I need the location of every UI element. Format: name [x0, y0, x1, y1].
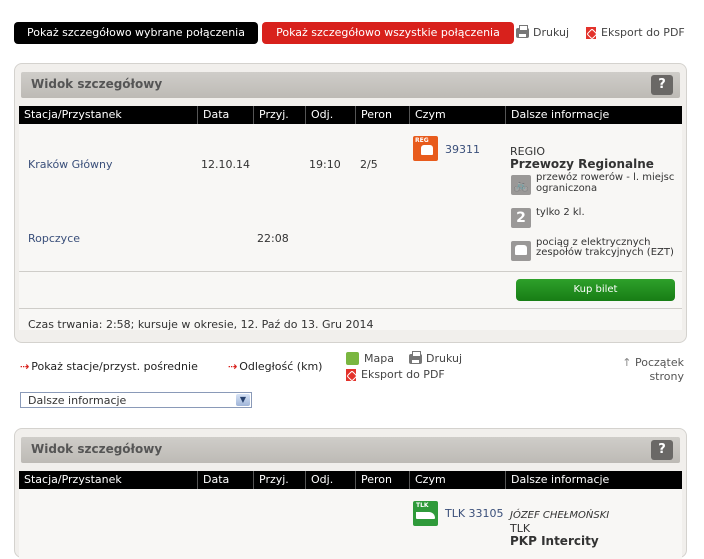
show-intermediate-link[interactable]: ⇢ Pokaż stacje/przyst. pośrednie	[20, 360, 198, 373]
col-info: Dalsze informacje	[505, 106, 684, 124]
export-pdf-label: Eksport do PDF	[361, 368, 445, 381]
col-arrival: Przyj.	[253, 106, 305, 124]
train-icon-text: TLK	[416, 502, 429, 509]
print-label: Drukuj	[533, 26, 570, 39]
arrow-up-icon: ↑	[622, 356, 632, 369]
table-body: Kraków Główny 12.10.14 19:10 2/5 REG 393…	[19, 124, 682, 331]
col-departure: Odj.	[305, 471, 355, 489]
feature-bikes: przewóz rowerów - l. miejsc ograniczona	[536, 172, 675, 194]
panel-header: Widok szczegółowy ?	[21, 437, 680, 463]
panel-title: Widok szczegółowy	[31, 77, 163, 91]
arrow-right-icon: ⇢	[20, 360, 30, 373]
map-label: Mapa	[364, 352, 394, 365]
train-number[interactable]: 39311	[445, 143, 480, 156]
station-from[interactable]: Kraków Główny	[28, 158, 113, 171]
printer-icon	[516, 25, 529, 38]
print-link[interactable]: Drukuj	[409, 351, 463, 365]
row-divider	[19, 271, 682, 272]
train-icon-text: REG	[415, 137, 429, 144]
train-name: JÓZEF CHEŁMOŃSKI	[510, 510, 610, 521]
col-date: Data	[197, 471, 253, 489]
help-button[interactable]: ?	[651, 75, 673, 95]
detail-panel-1: Widok szczegółowy ? Stacja/Przystanek Da…	[14, 63, 687, 343]
arrow-right-icon: ⇢	[228, 360, 238, 373]
col-departure: Odj.	[305, 106, 355, 124]
distance-label: Odległość (km)	[239, 360, 323, 373]
map-link[interactable]: Mapa	[346, 352, 394, 365]
col-arrival: Przyj.	[253, 471, 305, 489]
table-header: Stacja/Przystanek Data Przyj. Odj. Peron…	[19, 471, 682, 489]
col-station: Stacja/Przystanek	[24, 108, 122, 121]
panel-title: Widok szczegółowy	[31, 442, 163, 456]
duration-text: Czas trwania: 2:58; kursuje w okresie, 1…	[28, 318, 374, 331]
train-number[interactable]: TLK 33105	[445, 507, 504, 520]
col-station: Stacja/Przystanek	[24, 473, 122, 486]
feature-ezt: pociąg z elektrycznych zespołów trakcyjn…	[536, 237, 674, 258]
print-label: Drukuj	[426, 352, 463, 365]
pdf-icon	[346, 369, 356, 381]
bicycle-icon: 🚲	[511, 175, 531, 195]
print-link-top[interactable]: Drukuj	[516, 25, 570, 39]
pdf-icon	[586, 27, 596, 39]
table-header: Stacja/Przystanek Data Przyj. Odj. Peron…	[19, 106, 682, 124]
export-pdf-link[interactable]: Eksport do PDF	[346, 368, 445, 381]
table-body: TLK TLK 33105 JÓZEF CHEŁMOŃSKI TLK PKP I…	[19, 489, 682, 559]
select-value: Dalsze informacje	[28, 394, 127, 407]
panel-header: Widok szczegółowy ?	[21, 72, 680, 98]
col-train: Czym	[409, 106, 505, 124]
platform: 2/5	[360, 158, 378, 171]
chevron-down-icon: ▼	[236, 394, 250, 406]
col-train: Czym	[409, 471, 505, 489]
buy-ticket-button[interactable]: Kup bilet	[516, 279, 675, 301]
col-date: Data	[197, 106, 253, 124]
ezt-train-icon	[511, 241, 531, 261]
detail-panel-2: Widok szczegółowy ? Stacja/Przystanek Da…	[14, 428, 687, 559]
feature-class: tylko 2 kl.	[536, 207, 585, 218]
departure-time: 19:10	[309, 158, 341, 171]
show-all-button[interactable]: Pokaż szczegółowo wszystkie połączenia	[262, 22, 514, 44]
row-divider-2	[19, 308, 682, 309]
export-pdf-label: Eksport do PDF	[601, 26, 685, 39]
col-info: Dalsze informacje	[505, 471, 684, 489]
show-intermediate-label: Pokaż stacje/przyst. pośrednie	[31, 360, 198, 373]
col-platform: Peron	[355, 471, 409, 489]
station-to[interactable]: Ropczyce	[28, 232, 80, 245]
train-operator: Przewozy Regionalne	[510, 157, 654, 171]
more-info-select[interactable]: Dalsze informacje ▼	[20, 392, 252, 408]
second-class-icon: 2	[511, 208, 531, 228]
top-of-page-label: Początek strony	[635, 356, 684, 383]
arrival-time: 22:08	[257, 232, 289, 245]
top-of-page-link[interactable]: ↑ Początek strony	[614, 356, 684, 384]
regio-train-icon: REG	[413, 136, 438, 161]
col-platform: Peron	[355, 106, 409, 124]
export-pdf-link-top[interactable]: Eksport do PDF	[586, 26, 685, 39]
help-button[interactable]: ?	[651, 440, 673, 460]
printer-icon	[409, 351, 422, 364]
date-from: 12.10.14	[201, 158, 250, 171]
map-icon	[346, 352, 359, 365]
distance-link[interactable]: ⇢ Odległość (km)	[228, 360, 322, 373]
show-selected-button[interactable]: Pokaż szczegółowo wybrane połączenia	[14, 22, 258, 44]
tlk-train-icon: TLK	[413, 501, 438, 526]
